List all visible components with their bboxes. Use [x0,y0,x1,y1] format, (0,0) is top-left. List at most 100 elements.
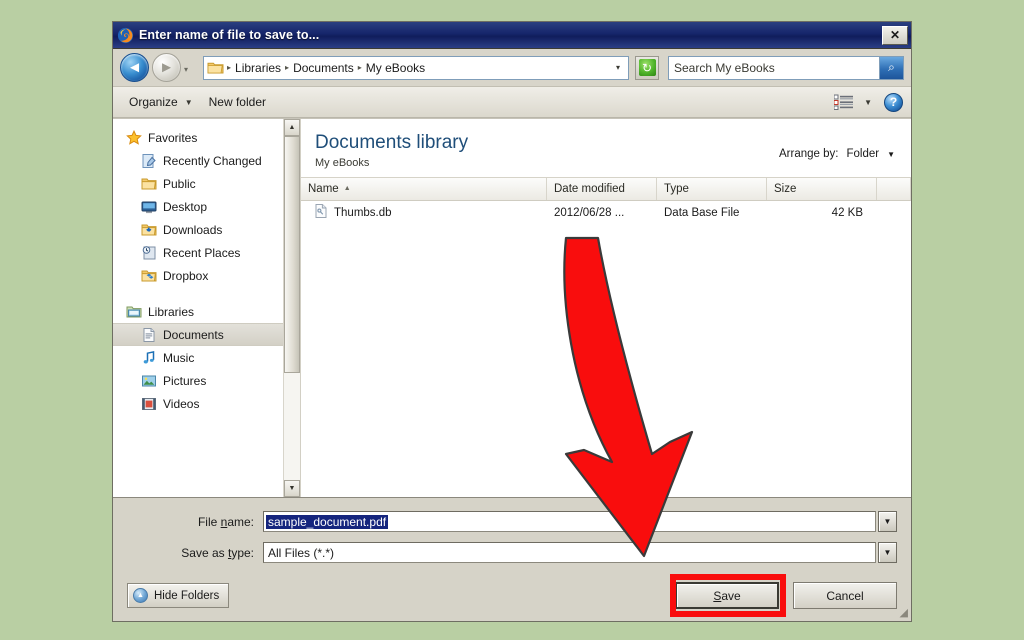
scroll-down-icon[interactable]: ▼ [284,480,300,497]
breadcrumb-item-libraries[interactable]: Libraries [232,61,284,75]
new-folder-button[interactable]: New folder [201,91,274,113]
cell-date-modified: 2012/06/28 ... [554,206,625,219]
navigation-pane: Favorites Recently Changed Public Deskto… [113,119,301,497]
filename-input[interactable]: sample_document.pdf [263,511,876,532]
arrange-by-value: Folder [846,148,880,160]
dropbox-icon [141,268,157,284]
scrollbar-track[interactable] [284,136,300,480]
sidebar-item-desktop[interactable]: Desktop [113,195,283,218]
history-chevron-down-icon[interactable]: ▾ [184,61,197,74]
breadcrumb-chevron-down-icon[interactable]: ▾ [610,63,626,72]
save-button-highlight: Save [661,574,786,617]
sidebar-item-documents[interactable]: Documents [113,323,283,346]
column-label-name: Name [308,182,339,195]
breadcrumb-item-documents[interactable]: Documents [290,61,357,75]
breadcrumb[interactable]: ▸ Libraries ▸ Documents ▸ My eBooks ▾ [203,55,629,80]
close-icon[interactable]: ✕ [882,25,908,45]
sidebar-item-recently-changed[interactable]: Recently Changed [113,149,283,172]
page-title: Documents library [315,132,469,153]
resize-grip-icon[interactable]: ◢ [900,606,908,619]
cell-size: 42 KB [831,206,863,219]
music-icon [141,350,157,366]
hide-folders-button[interactable]: ▲ Hide Folders [127,583,230,608]
search-input[interactable] [669,56,879,79]
filetype-dropdown-button[interactable]: ▼ [878,542,897,563]
new-folder-label: New folder [208,95,266,109]
sidebar-item-label: Recently Changed [163,153,262,168]
save-button[interactable]: Save [675,582,779,609]
file-list[interactable]: Thumbs.db 2012/06/28 ... Data Base File … [301,200,911,497]
column-label-date: Date modified [554,182,625,195]
sidebar-group-libraries[interactable]: Libraries [113,300,283,323]
file-icon [314,203,328,222]
cell-type: Data Base File [664,206,740,219]
search-icon[interactable]: ⌕ [879,56,903,79]
arrange-by-label: Arrange by: [779,148,839,160]
recently-changed-icon [141,153,157,169]
organize-label: Organize [129,95,178,109]
save-label-post: ave [721,588,741,603]
filetype-row: Save as type: All Files (*.*) ▼ [127,542,897,563]
sidebar-item-music[interactable]: Music [113,346,283,369]
column-header-name[interactable]: Name ▲ [301,177,547,200]
sidebar-item-pictures[interactable]: Pictures [113,369,283,392]
sidebar-item-label: Public [163,176,196,191]
filename-label-pre: File [197,514,221,529]
star-icon [126,129,142,146]
sort-ascending-icon: ▲ [343,185,351,193]
filename-row: File name: sample_document.pdf ▼ [127,511,897,532]
button-bar: ▲ Hide Folders Save Cancel ◢ [113,573,911,621]
sidebar-item-public[interactable]: Public [113,172,283,195]
list-view-icon[interactable] [833,94,854,110]
sidebar-item-label: Pictures [163,373,207,388]
search-box[interactable]: ⌕ [668,55,904,80]
sidebar-item-label: Downloads [163,222,223,237]
pictures-icon [141,373,157,389]
scroll-up-icon[interactable]: ▲ [284,119,300,136]
column-header-spacer[interactable] [877,177,911,200]
breadcrumb-item-my-ebooks[interactable]: My eBooks [363,61,428,75]
firefox-icon [117,27,134,44]
sidebar-item-label: Recent Places [163,245,241,260]
forward-arrow-glyph: ► [159,59,174,76]
column-header-size[interactable]: Size [767,177,877,200]
refresh-button[interactable]: ↻ [635,55,659,80]
sidebar-group-label-favorites: Favorites [148,130,198,145]
filetype-label-pre: Save as [181,545,228,560]
column-header-type[interactable]: Type [657,177,767,200]
filetype-select[interactable]: All Files (*.*) [263,542,876,563]
scrollbar-thumb[interactable] [284,136,300,374]
toolbar: Organize ▼ New folder ▼ ? [113,87,911,118]
library-title-wrap: Documents library My eBooks [315,132,779,169]
recent-places-icon [141,245,157,261]
save-file-dialog: Enter name of file to save to... ✕ ◄ ► ▾… [112,21,912,622]
sidebar-item-label: Dropbox [163,268,209,283]
cancel-button[interactable]: Cancel [793,582,897,609]
sidebar-item-downloads[interactable]: Downloads [113,218,283,241]
videos-icon [141,396,157,412]
sidebar-item-videos[interactable]: Videos [113,392,283,415]
help-icon[interactable]: ? [884,92,903,112]
column-label-type: Type [664,182,689,195]
sidebar-group-favorites[interactable]: Favorites [113,126,283,149]
filename-dropdown-button[interactable]: ▼ [878,511,897,532]
view-chevron-down-icon[interactable]: ▼ [864,98,872,107]
file-list-pane: Documents library My eBooks Arrange by: … [301,119,911,497]
back-arrow-icon[interactable]: ◄ [120,53,149,82]
table-row[interactable]: Thumbs.db 2012/06/28 ... Data Base File … [301,201,911,225]
folder-icon [141,176,157,192]
hide-folders-label: Hide Folders [154,589,220,602]
sidebar-item-dropbox[interactable]: Dropbox [113,264,283,287]
forward-arrow-icon[interactable]: ► [152,53,181,82]
navigation-scrollbar[interactable]: ▲ ▼ [283,119,300,497]
filetype-label-post: ype: [231,545,254,560]
sidebar-group-label-libraries: Libraries [148,304,195,319]
sidebar-item-label: Music [163,350,195,365]
column-label-size: Size [774,182,797,195]
arrange-by-control[interactable]: Arrange by: Folder ▼ [779,132,895,160]
window-title: Enter name of file to save to... [139,28,320,42]
column-header-date-modified[interactable]: Date modified [547,177,657,200]
organize-button[interactable]: Organize ▼ [121,91,201,113]
sidebar-item-recent-places[interactable]: Recent Places [113,241,283,264]
dialog-body: Favorites Recently Changed Public Deskto… [113,118,911,497]
